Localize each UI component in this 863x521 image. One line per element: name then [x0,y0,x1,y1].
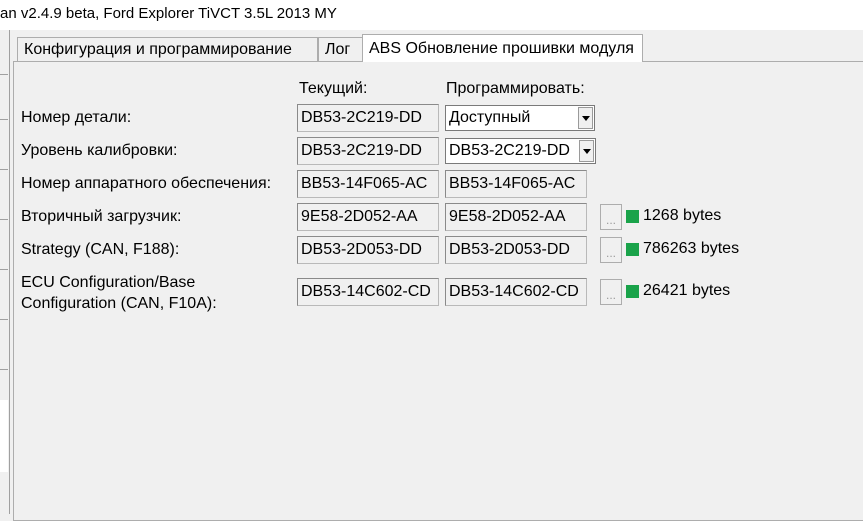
tab-log[interactable]: Лог [318,37,363,61]
ecu-configuration-browse-button[interactable]: ... [600,279,622,305]
tab-abs-firmware-update[interactable]: ABS Обновление прошивки модуля [362,34,643,62]
strategy-browse-button[interactable]: ... [600,237,622,263]
secondary-bootloader-label: Вторичный загрузчик: [21,208,182,225]
title-bar: an v2.4.9 beta, Ford Explorer TiVCT 3.5L… [0,0,863,30]
chevron-down-icon[interactable] [579,140,594,162]
ecu-configuration-program-field: DB53-14C602-CD [445,278,587,306]
left-edge-segment [0,74,8,120]
ecu-configuration-current-field: DB53-14C602-CD [297,278,439,306]
strategy-status-indicator [626,243,639,256]
left-edge-blank [0,400,8,472]
part-number-current-field: DB53-2C219-DD [297,104,439,132]
chevron-down-icon[interactable] [578,107,593,129]
hardware-number-current-field: BB53-14F065-AC [297,170,439,198]
field-value: BB53-14F065-AC [301,175,428,192]
part-number-program-select[interactable]: Доступный [445,105,595,131]
secondary-bootloader-size: 1268 bytes [643,207,722,224]
field-value: DB53-14C602-CD [449,283,579,300]
left-edge-segment [0,30,8,75]
field-value: DB53-14C602-CD [301,283,431,300]
ecu-configuration-status-indicator [626,285,639,298]
select-value: Доступный [449,109,531,126]
strategy-program-field: DB53-2D053-DD [445,236,587,264]
strategy-current-field: DB53-2D053-DD [297,236,439,264]
program-column-header: Программировать: [446,80,585,97]
ecu-configuration-size: 26421 bytes [643,282,731,299]
secondary-bootloader-current-field: 9E58-2D052-AA [297,203,439,231]
secondary-bootloader-browse-button[interactable]: ... [600,204,622,230]
part-number-label: Номер детали: [21,109,132,126]
tab-label: ABS Обновление прошивки модуля [369,40,634,57]
left-edge-segment [0,169,8,220]
strategy-size: 786263 bytes [643,240,740,257]
ecu-configuration-label-line2: Configuration (CAN, F10A): [21,295,217,312]
left-panel-edge [0,30,10,514]
secondary-bootloader-status-indicator [626,210,639,223]
field-value: DB53-2C219-DD [301,109,422,126]
tab-label: Лог [325,41,351,58]
left-edge-segment [0,319,8,370]
calibration-level-label: Уровень калибровки: [21,142,178,159]
tab-configuration-programming[interactable]: Конфигурация и программирование [17,37,318,61]
ecu-configuration-label-line1: ECU Configuration/Base [21,274,196,291]
field-value: DB53-2C219-DD [301,142,422,159]
field-value: 9E58-2D052-AA [301,208,418,225]
field-value: DB53-2D053-DD [301,241,422,258]
calibration-level-program-select[interactable]: DB53-2C219-DD [445,138,596,164]
hardware-number-label: Номер аппаратного обеспечения: [21,175,272,192]
field-value: DB53-2D053-DD [449,241,570,258]
select-value: DB53-2C219-DD [449,142,570,159]
current-column-header: Текущий: [299,80,368,97]
calibration-level-current-field: DB53-2C219-DD [297,137,439,165]
left-edge-segment [0,219,8,270]
secondary-bootloader-program-field: 9E58-2D052-AA [445,203,587,231]
field-value: BB53-14F065-AC [449,175,576,192]
window-title: an v2.4.9 beta, Ford Explorer TiVCT 3.5L… [0,5,337,22]
field-value: 9E58-2D052-AA [449,208,566,225]
strategy-label: Strategy (CAN, F188): [21,241,180,258]
left-edge-segment [0,269,8,320]
left-edge-segment [0,119,8,170]
hardware-number-program-field: BB53-14F065-AC [445,170,587,198]
tab-label: Конфигурация и программирование [24,41,292,58]
